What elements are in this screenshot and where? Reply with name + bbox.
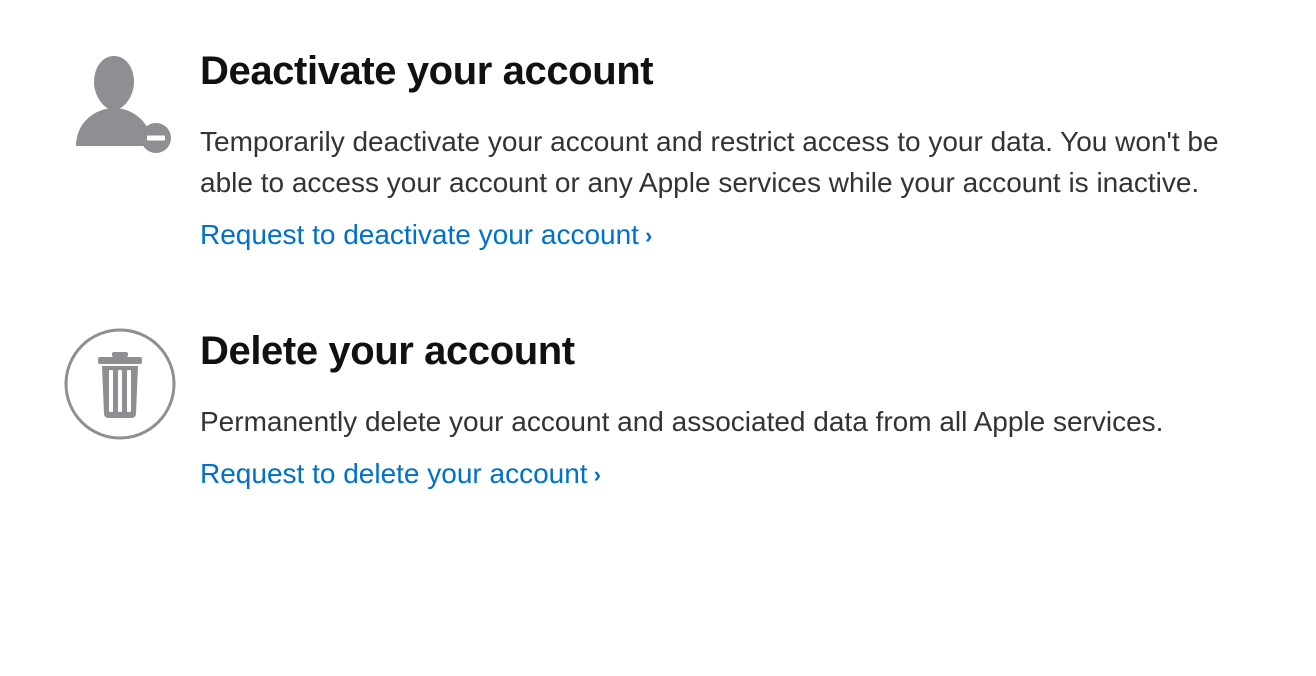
delete-link-text: Request to delete your account: [200, 454, 588, 495]
trash-icon: [64, 328, 176, 440]
deactivate-heading: Deactivate your account: [200, 48, 1220, 94]
deactivate-request-link[interactable]: Request to deactivate your account ›: [200, 215, 652, 256]
chevron-right-icon: ›: [645, 220, 652, 252]
delete-description: Permanently delete your account and asso…: [200, 402, 1220, 443]
deactivate-icon-col: [40, 48, 200, 256]
user-minus-icon: [64, 48, 176, 160]
delete-request-link[interactable]: Request to delete your account ›: [200, 454, 601, 495]
deactivate-section: Deactivate your account Temporarily deac…: [40, 48, 1276, 256]
chevron-right-icon: ›: [594, 459, 601, 491]
deactivate-link-text: Request to deactivate your account: [200, 215, 639, 256]
delete-content: Delete your account Permanently delete y…: [200, 328, 1220, 495]
deactivate-description: Temporarily deactivate your account and …: [200, 122, 1220, 203]
delete-icon-col: [40, 328, 200, 495]
delete-section: Delete your account Permanently delete y…: [40, 328, 1276, 495]
deactivate-content: Deactivate your account Temporarily deac…: [200, 48, 1220, 256]
delete-heading: Delete your account: [200, 328, 1220, 374]
